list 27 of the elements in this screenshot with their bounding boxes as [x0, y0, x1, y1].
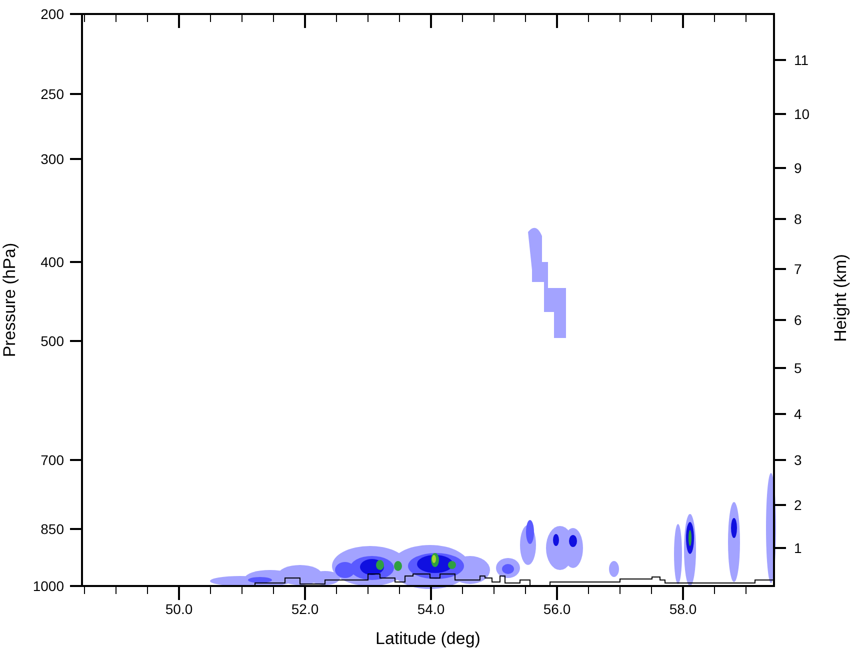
- tick-label: 250: [40, 86, 64, 102]
- tick-label: 400: [40, 254, 64, 270]
- tick-label: 300: [40, 151, 64, 167]
- tick-label: 6: [794, 312, 802, 328]
- axis-title: Height (km): [831, 254, 850, 342]
- tick-label: 8: [794, 211, 802, 227]
- axis-title: Pressure (hPa): [0, 242, 19, 358]
- tick-label: 3: [794, 452, 802, 468]
- tick-label: 10: [794, 106, 810, 122]
- tick-label: 52.0: [291, 601, 319, 617]
- tick-label: 54.0: [417, 601, 445, 617]
- tick-label: 9: [794, 160, 802, 176]
- axis-title: Latitude (deg): [376, 629, 480, 648]
- tick-label: 700: [40, 452, 64, 468]
- tick-label: 4: [794, 406, 802, 422]
- tick-label: 1: [794, 540, 802, 556]
- tick-label: 50.0: [165, 601, 193, 617]
- tick-label: 500: [40, 333, 64, 349]
- tick-label: 11: [794, 52, 809, 68]
- tick-label: 5: [794, 360, 802, 376]
- tick-label: 56.0: [543, 601, 571, 617]
- tick-label: 7: [794, 261, 802, 277]
- tick-label: 2: [794, 497, 802, 513]
- tick-label: 200: [40, 6, 64, 22]
- tick-label: 1000: [32, 578, 64, 594]
- tick-label: 58.0: [669, 601, 697, 617]
- tick-label: 850: [40, 521, 64, 537]
